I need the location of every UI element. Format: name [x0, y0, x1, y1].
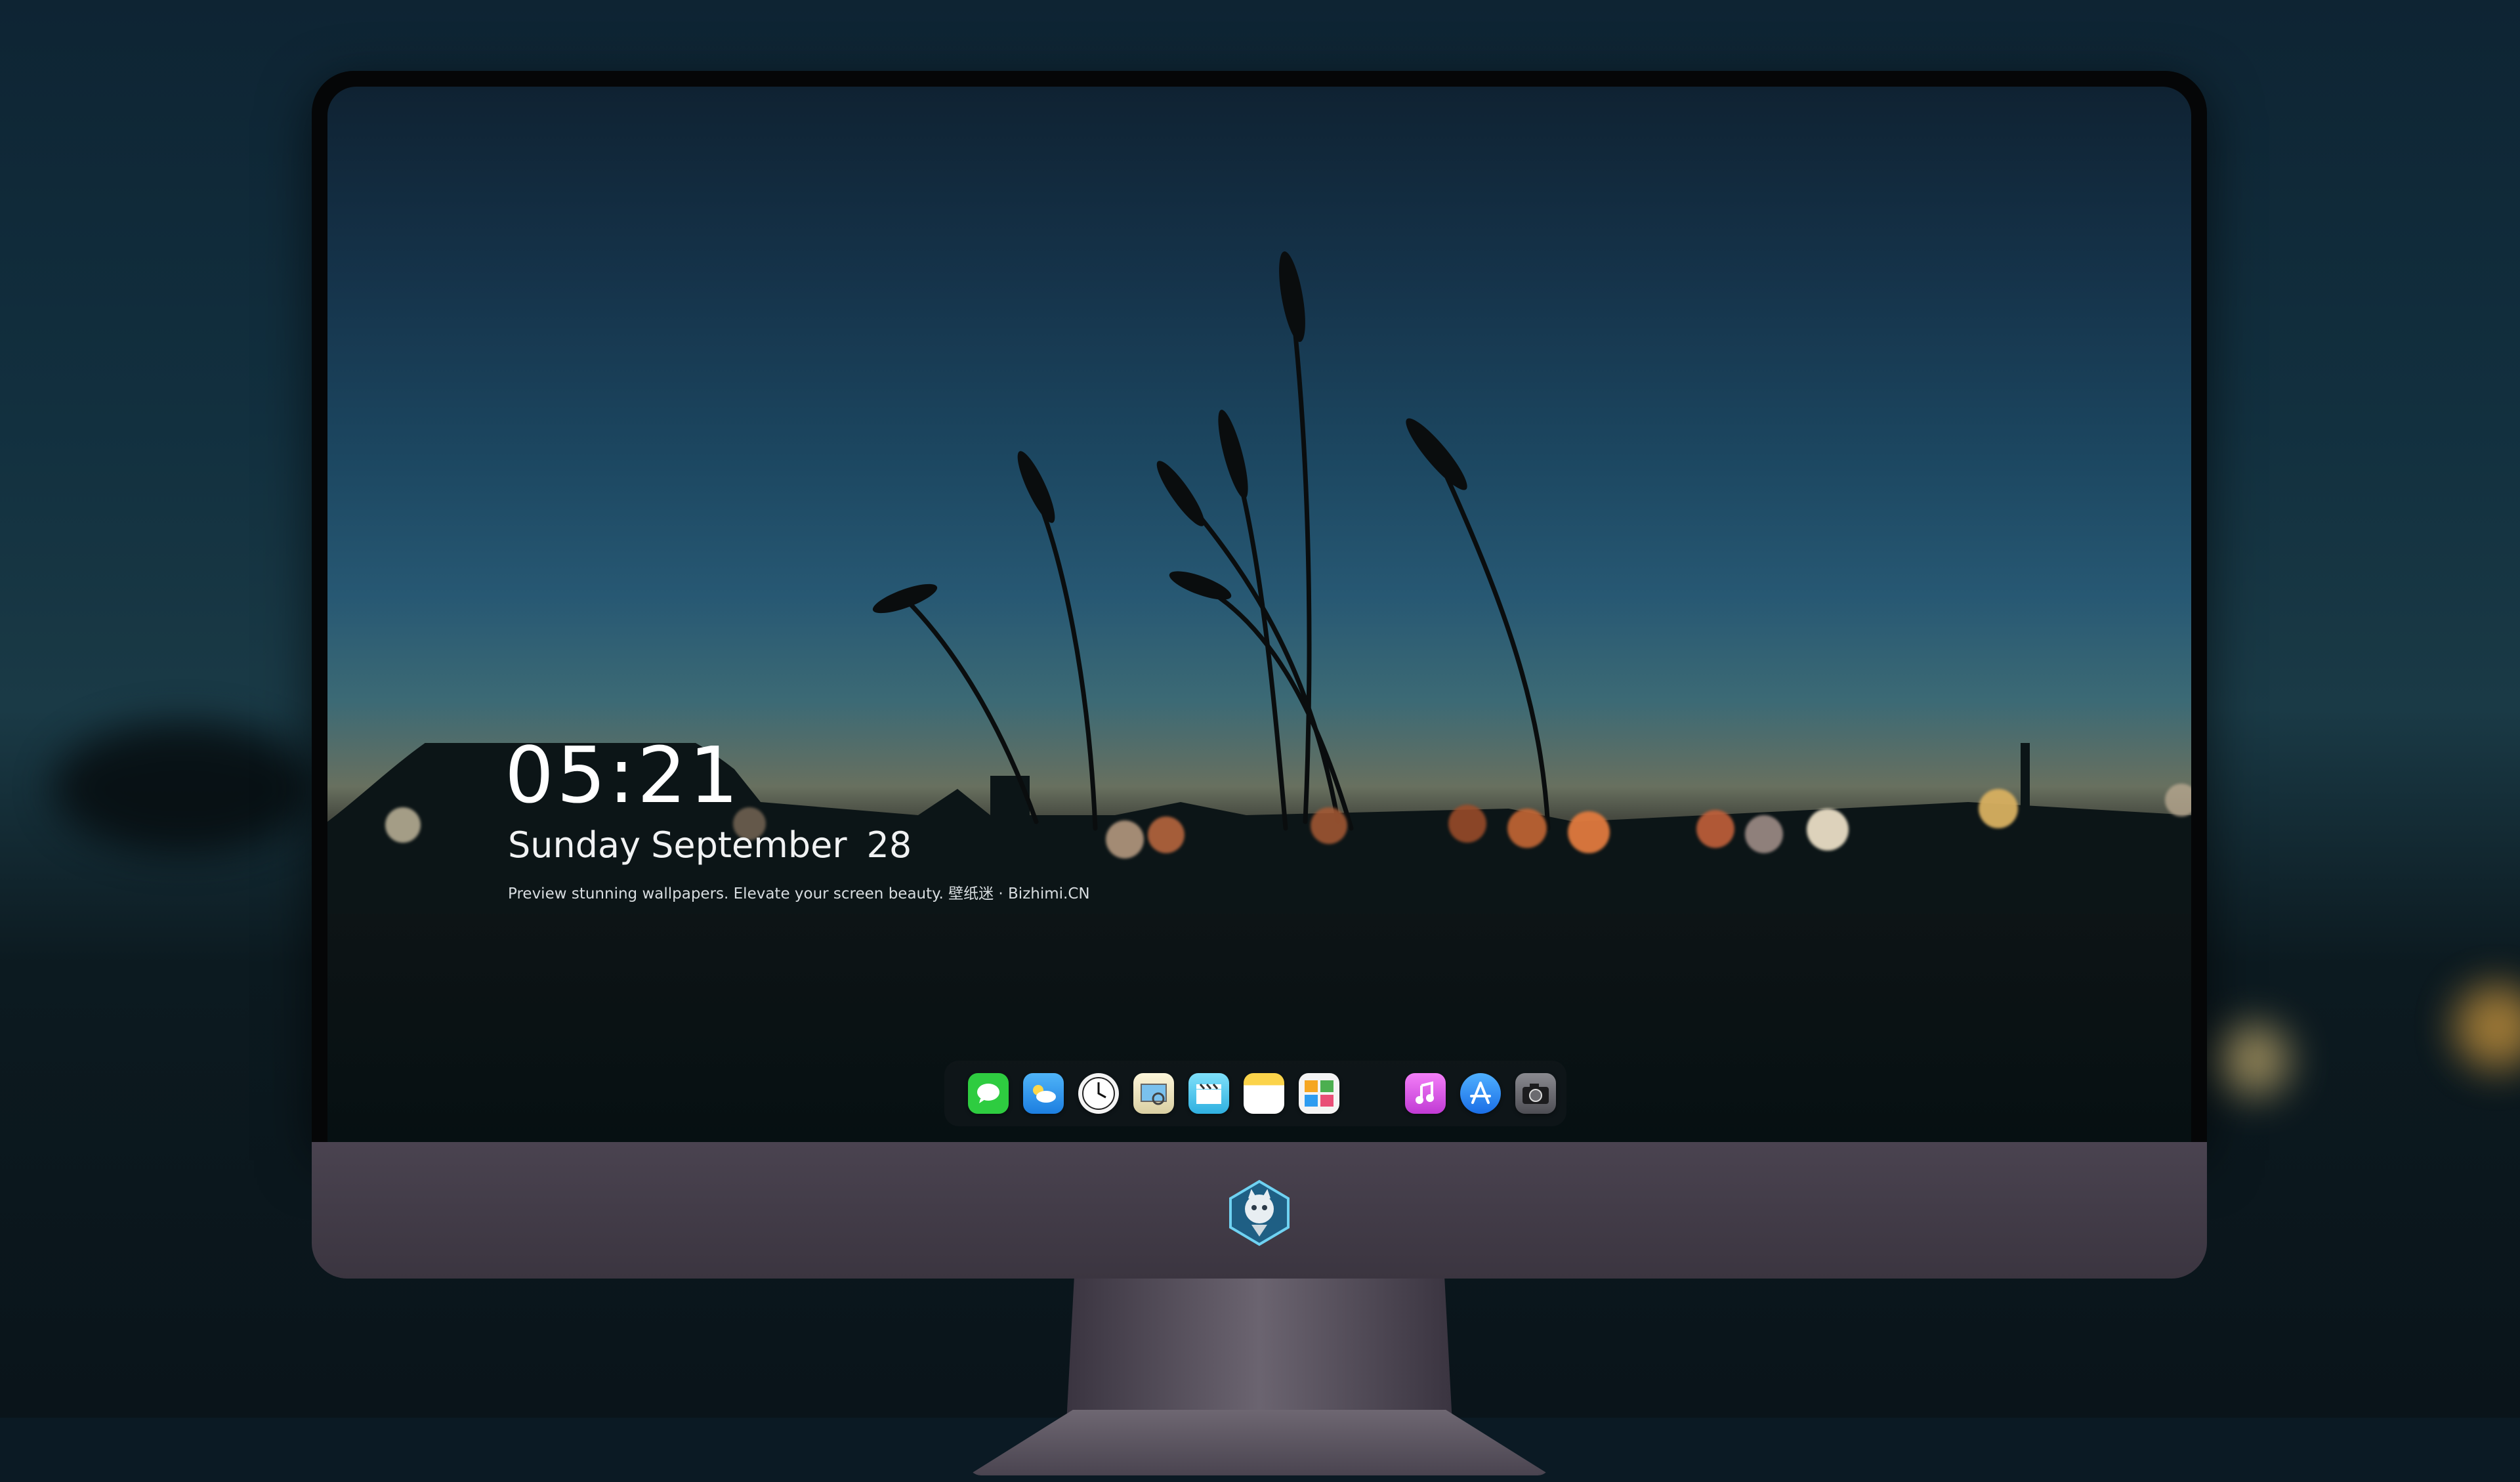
messages-icon[interactable]	[968, 1073, 1009, 1114]
clock-icon[interactable]	[1078, 1073, 1119, 1114]
grass-silhouette	[872, 251, 1551, 831]
date-month: September	[651, 824, 847, 866]
bokeh-light	[1979, 789, 2018, 828]
lock-screen: 05:21 Sunday September 28 Preview stunning…	[327, 87, 2191, 1147]
background-light	[2454, 984, 2520, 1070]
bokeh-light	[385, 807, 421, 843]
photobooth-icon[interactable]	[1299, 1073, 1339, 1114]
dock	[944, 1061, 1566, 1126]
bokeh-light	[1148, 816, 1185, 853]
clapperboard-icon[interactable]	[1188, 1073, 1229, 1114]
preview-icon[interactable]	[1133, 1073, 1174, 1114]
bokeh-light	[1807, 809, 1849, 851]
lockscreen-tagline: Preview stunning wallpapers. Elevate you…	[508, 885, 1090, 902]
weather-icon[interactable]	[1023, 1073, 1064, 1114]
bokeh-light	[1106, 820, 1144, 858]
imac-monitor: 05:21 Sunday September 28 Preview stunning…	[312, 71, 2207, 1475]
music-icon[interactable]	[1405, 1073, 1446, 1114]
date-day: 28	[866, 824, 912, 866]
lockscreen-date: Sunday September 28	[508, 824, 922, 866]
bokeh-light	[1745, 815, 1783, 853]
date-weekday: Sunday	[508, 824, 641, 866]
background-shadow	[52, 722, 315, 853]
appstore-icon[interactable]	[1460, 1073, 1501, 1114]
bokeh-light	[1507, 809, 1547, 848]
bokeh-light	[1311, 807, 1347, 844]
lockscreen-time: 05:21	[505, 730, 742, 820]
bokeh-light	[1568, 811, 1610, 853]
notes-icon[interactable]	[1244, 1073, 1284, 1114]
stand-foot	[968, 1410, 1551, 1475]
brand-logo-icon	[1229, 1179, 1290, 1246]
camera-icon[interactable]	[1515, 1073, 1556, 1114]
bokeh-light	[1696, 810, 1734, 848]
background-light	[2218, 1024, 2290, 1096]
bokeh-light	[1448, 805, 1486, 843]
monitor-bezel: 05:21 Sunday September 28 Preview stunning…	[312, 71, 2207, 1147]
monitor-stand	[968, 1279, 1551, 1482]
stand-neck	[1066, 1279, 1452, 1423]
